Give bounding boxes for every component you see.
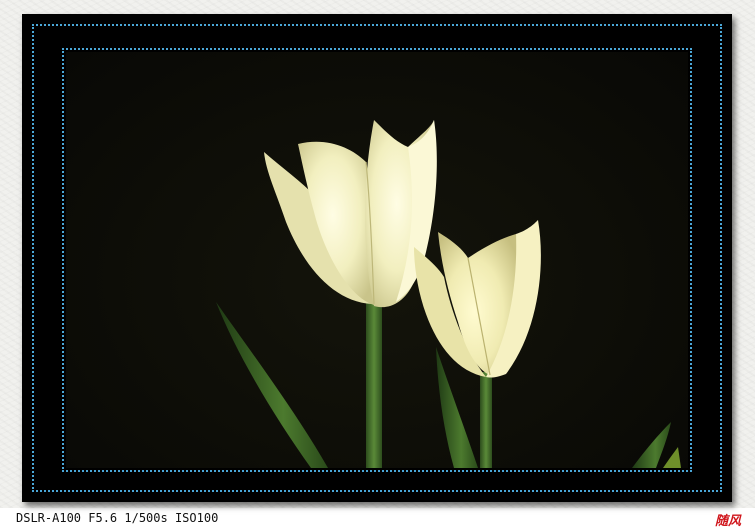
stem-small (480, 372, 492, 468)
tulip-big (264, 120, 437, 308)
photo-frame (22, 14, 732, 502)
tulip-small (414, 220, 541, 378)
leaf-middle (436, 347, 478, 468)
author-signature: 随风 (714, 514, 741, 529)
camera-settings-caption: DSLR-A100 F5.6 1/500s ISO100 (16, 511, 219, 525)
tulip-photo (66, 52, 688, 468)
leaf-right-2 (663, 447, 681, 468)
tulip-illustration (216, 120, 681, 468)
stem-big (366, 302, 382, 468)
leaf-left (216, 302, 328, 468)
leaf-right (632, 422, 671, 468)
